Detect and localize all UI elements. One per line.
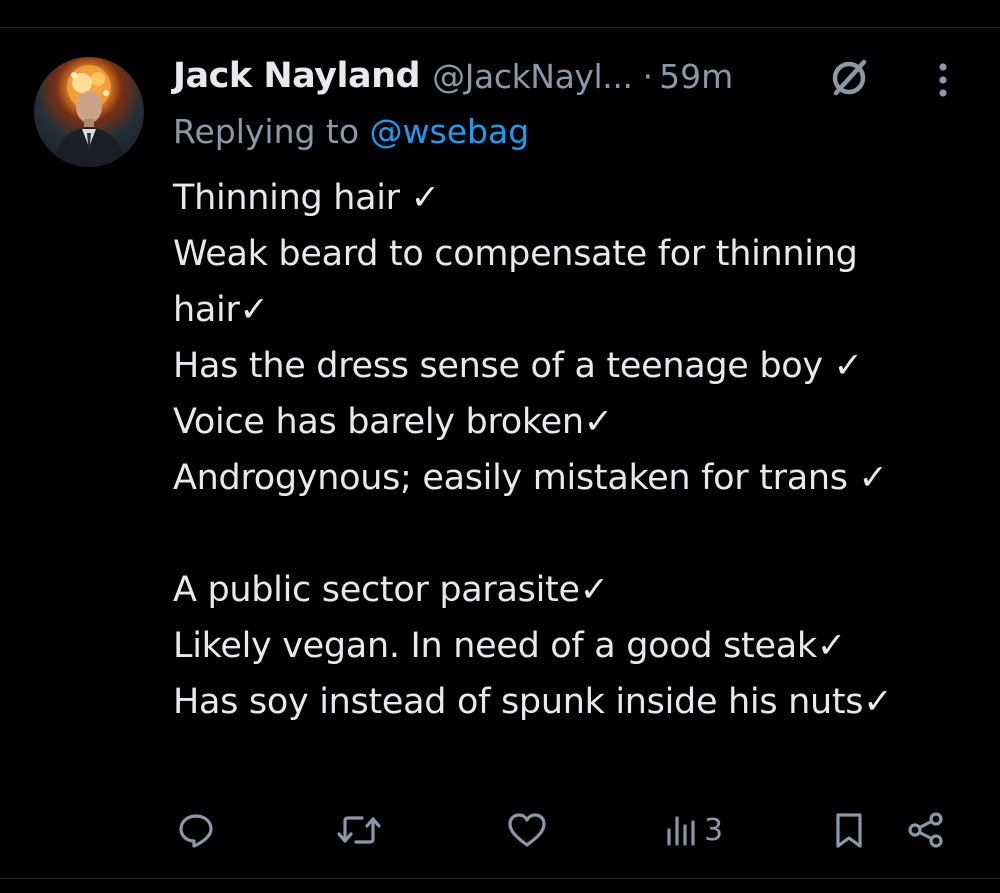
share-button[interactable]: [906, 808, 946, 852]
reply-icon: [179, 814, 213, 848]
top-divider: [0, 27, 1000, 28]
author-display-name[interactable]: Jack Nayland: [173, 56, 421, 96]
more-vertical-icon[interactable]: [928, 58, 958, 102]
replying-to-label: Replying to: [173, 112, 370, 151]
avatar-image: [52, 65, 126, 167]
views-button[interactable]: 3: [664, 808, 723, 852]
views-icon: [667, 816, 695, 846]
replying-to-line: Replying to @wsebag: [173, 112, 529, 151]
header-separator: ·: [642, 56, 654, 96]
bottom-divider: [0, 878, 1000, 879]
retweet-button[interactable]: [336, 808, 382, 852]
bookmark-button[interactable]: [832, 808, 866, 852]
tweet-text: Thinning hair ✓ Weak beard to compensate…: [173, 178, 893, 722]
reply-button[interactable]: [176, 808, 216, 852]
grok-slash-icon[interactable]: [827, 56, 871, 100]
tweet-timestamp[interactable]: 59m: [659, 57, 733, 96]
like-button[interactable]: [506, 808, 548, 852]
views-count: 3: [704, 812, 724, 848]
author-handle[interactable]: @JackNayl...: [432, 57, 633, 96]
avatar[interactable]: [34, 57, 144, 167]
tweet-header: Jack Nayland @JackNayl... · 59m: [173, 52, 733, 100]
retweet-icon: [337, 816, 381, 844]
heart-icon: [508, 813, 546, 847]
share-icon: [908, 812, 943, 848]
reply-mention-link[interactable]: @wsebag: [370, 112, 530, 151]
bookmark-icon: [836, 813, 862, 848]
